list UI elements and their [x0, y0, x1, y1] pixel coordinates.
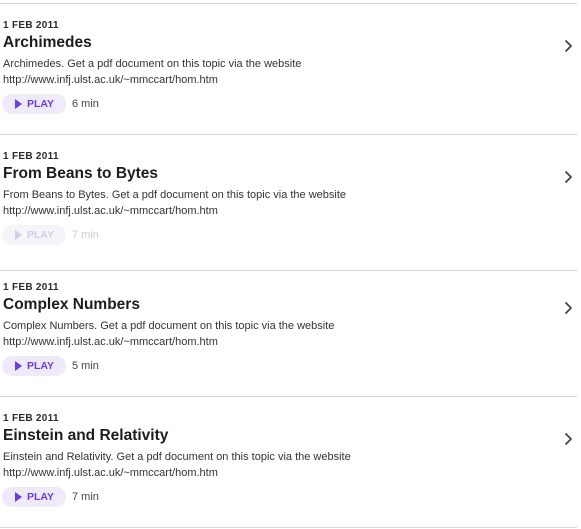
episode-duration: 7 min — [72, 491, 99, 503]
divider — [0, 527, 577, 528]
episode-description-text: Einstein and Relativity. Get a pdf docum… — [3, 451, 351, 463]
chevron-right-icon[interactable] — [562, 39, 574, 53]
episode-title[interactable]: Einstein and Relativity — [3, 427, 168, 445]
episode-duration: 7 min — [72, 229, 99, 241]
episode-description: Complex Numbers. Get a pdf document on t… — [3, 318, 423, 350]
episode-date: 1 FEB 2011 — [3, 20, 59, 31]
chevron-right-icon[interactable] — [562, 432, 574, 446]
episode-description-url: http://www.infj.ulst.ac.uk/~mmccart/hom.… — [3, 74, 218, 86]
play-label: PLAY — [27, 229, 55, 241]
episode-item[interactable]: 1 FEB 2011 Archimedes Archimedes. Get a … — [0, 3, 581, 134]
episode-item[interactable]: 1 FEB 2011 Einstein and Relativity Einst… — [0, 396, 581, 527]
episode-duration: 5 min — [72, 360, 99, 372]
episode-duration: 6 min — [72, 98, 99, 110]
play-icon — [15, 230, 22, 240]
play-label: PLAY — [27, 98, 55, 110]
episode-description-text: From Beans to Bytes. Get a pdf document … — [3, 189, 347, 201]
episode-title[interactable]: Complex Numbers — [3, 296, 140, 314]
episode-description-text: Complex Numbers. Get a pdf document on t… — [3, 320, 335, 332]
episode-description: Einstein and Relativity. Get a pdf docum… — [3, 449, 423, 481]
episode-description: Archimedes. Get a pdf document on this t… — [3, 56, 423, 88]
episode-date: 1 FEB 2011 — [3, 413, 59, 424]
episode-description-url: http://www.infj.ulst.ac.uk/~mmccart/hom.… — [3, 467, 218, 479]
episode-description-url: http://www.infj.ulst.ac.uk/~mmccart/hom.… — [3, 336, 218, 348]
play-label: PLAY — [27, 491, 55, 503]
play-button[interactable]: PLAY — [2, 225, 66, 245]
episode-title[interactable]: From Beans to Bytes — [3, 165, 158, 183]
episode-date: 1 FEB 2011 — [3, 282, 59, 293]
play-button[interactable]: PLAY — [2, 356, 66, 376]
episode-title[interactable]: Archimedes — [3, 34, 92, 52]
chevron-right-icon[interactable] — [562, 301, 574, 315]
episode-description: From Beans to Bytes. Get a pdf document … — [3, 187, 423, 219]
play-icon — [15, 99, 22, 109]
episode-description-url: http://www.infj.ulst.ac.uk/~mmccart/hom.… — [3, 205, 218, 217]
play-icon — [15, 361, 22, 371]
episode-item[interactable]: 1 FEB 2011 From Beans to Bytes From Bean… — [0, 134, 581, 265]
play-button[interactable]: PLAY — [2, 487, 66, 507]
chevron-right-icon[interactable] — [562, 170, 574, 184]
play-icon — [15, 492, 22, 502]
episode-description-text: Archimedes. Get a pdf document on this t… — [3, 58, 302, 70]
episode-item[interactable]: 1 FEB 2011 Complex Numbers Complex Numbe… — [0, 265, 581, 396]
play-label: PLAY — [27, 360, 55, 372]
episode-date: 1 FEB 2011 — [3, 151, 59, 162]
play-button[interactable]: PLAY — [2, 94, 66, 114]
